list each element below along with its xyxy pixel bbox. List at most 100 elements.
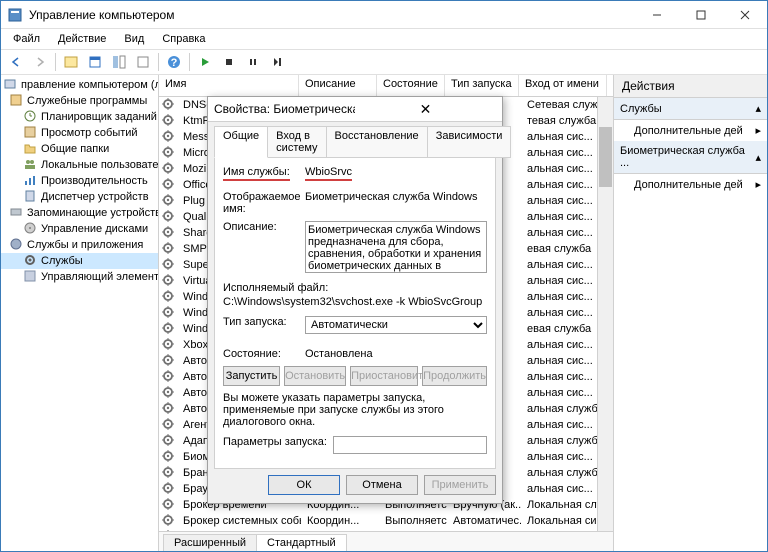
minimize-button[interactable] (635, 1, 679, 29)
gear-icon (161, 209, 177, 225)
window-title: Управление компьютером (29, 8, 635, 22)
maximize-button[interactable] (679, 1, 723, 29)
navigation-tree[interactable]: правление компьютером (локаль Служебные … (1, 75, 159, 551)
tree-item[interactable]: Просмотр событий (1, 125, 158, 141)
actions-more-2[interactable]: Дополнительные дей▸ (614, 174, 767, 195)
tb-icon-2[interactable] (84, 51, 106, 73)
service-row[interactable]: Брокер фонового обнару...Вручную (ак...Л… (159, 529, 613, 531)
service-row[interactable]: Брокер системных событийКоордин...Выполн… (159, 513, 613, 529)
tab-logon[interactable]: Вход в систему (267, 126, 326, 158)
gear-icon (161, 337, 177, 353)
menubar: Файл Действие Вид Справка (1, 29, 767, 49)
scrollbar-thumb[interactable] (599, 127, 612, 187)
actions-more-1[interactable]: Дополнительные дей▸ (614, 120, 767, 141)
svg-text:?: ? (171, 57, 178, 69)
play-icon[interactable] (194, 51, 216, 73)
actions-group-services[interactable]: Службы ▴ (614, 98, 767, 120)
actions-title: Действия (614, 75, 767, 98)
col-name[interactable]: Имя (159, 75, 299, 96)
start-type-select[interactable]: Автоматически (305, 316, 487, 334)
close-button[interactable] (723, 1, 767, 29)
stop-icon[interactable] (218, 51, 240, 73)
description-text[interactable]: Биометрическая служба Windows предназнач… (305, 221, 487, 273)
actions-group-biometric[interactable]: Биометрическая служба ... ▴ (614, 141, 767, 174)
menu-view[interactable]: Вид (116, 31, 152, 47)
value-service-name: WbioSrvc (305, 166, 352, 181)
forward-icon[interactable] (29, 51, 51, 73)
cancel-button[interactable]: Отмена (346, 475, 418, 495)
tb-icon-3[interactable] (108, 51, 130, 73)
tab-dependencies[interactable]: Зависимости (427, 126, 512, 158)
tree-item[interactable]: Управление дисками (1, 221, 158, 237)
gear-icon (161, 401, 177, 417)
menu-help[interactable]: Справка (154, 31, 213, 47)
ok-button[interactable]: ОК (268, 475, 340, 495)
tb-icon-4[interactable] (132, 51, 154, 73)
tree-item[interactable]: Планировщик заданий (1, 109, 158, 125)
tab-standard[interactable]: Стандартный (256, 534, 347, 551)
start-params-input[interactable] (333, 436, 487, 454)
gear-icon (161, 417, 177, 433)
tab-general[interactable]: Общие (214, 126, 268, 158)
gear-icon (161, 145, 177, 161)
label-service-name: Имя службы: (223, 166, 290, 181)
menu-action[interactable]: Действие (50, 31, 114, 47)
label-start-type: Тип запуска: (223, 316, 305, 328)
tree-item[interactable]: Локальные пользователи и (1, 157, 158, 173)
toolbar: ? (1, 49, 767, 75)
collapse-icon: ▴ (755, 102, 761, 115)
gear-icon (161, 529, 177, 531)
help-icon[interactable]: ? (163, 51, 185, 73)
tree-group[interactable]: Служебные программы (1, 93, 158, 109)
dialog-title: Свойства: Биометрическая служба Windows … (214, 102, 355, 116)
back-icon[interactable] (5, 51, 27, 73)
gear-icon (161, 97, 177, 113)
col-desc[interactable]: Описание (299, 75, 377, 96)
tree-root[interactable]: правление компьютером (локаль (1, 77, 158, 93)
tree-item[interactable]: Производительность (1, 173, 158, 189)
gear-icon (161, 113, 177, 129)
tree-item[interactable]: Общие папки (1, 141, 158, 157)
collapse-icon: ▴ (755, 151, 761, 164)
gear-icon (161, 257, 177, 273)
tree-item[interactable]: Управляющий элемент WM (1, 269, 158, 285)
tb-icon-1[interactable] (60, 51, 82, 73)
tree-group[interactable]: Запоминающие устройства (1, 205, 158, 221)
value-exe: C:\Windows\system32\svchost.exe -k WbioS… (223, 296, 487, 308)
gear-icon (161, 465, 177, 481)
label-exe: Исполняемый файл: (223, 282, 487, 294)
restart-icon[interactable] (266, 51, 288, 73)
actions-pane: Действия Службы ▴ Дополнительные дей▸ Би… (613, 75, 767, 551)
properties-dialog: Свойства: Биометрическая служба Windows … (207, 96, 503, 504)
col-logon[interactable]: Вход от имени (519, 75, 607, 96)
pause-icon[interactable] (242, 51, 264, 73)
dialog-tabs: Общие Вход в систему Восстановление Зави… (208, 122, 502, 158)
tree-item[interactable]: Службы (1, 253, 158, 269)
col-state[interactable]: Состояние (377, 75, 445, 96)
tab-extended[interactable]: Расширенный (163, 534, 257, 551)
gear-icon (161, 241, 177, 257)
value-state: Остановлена (305, 348, 487, 360)
tab-recovery[interactable]: Восстановление (326, 126, 428, 158)
gear-icon (161, 481, 177, 497)
view-tabs: Расширенный Стандартный (159, 531, 613, 551)
gear-icon (161, 289, 177, 305)
hint-text: Вы можете указать параметры запуска, при… (223, 392, 487, 428)
menu-file[interactable]: Файл (5, 31, 48, 47)
scrollbar-vertical[interactable] (597, 97, 613, 531)
gear-icon (161, 161, 177, 177)
gear-icon (161, 369, 177, 385)
gear-icon (161, 273, 177, 289)
gear-icon (161, 129, 177, 145)
value-display-name: Биометрическая служба Windows (305, 191, 487, 203)
tree-group[interactable]: Службы и приложения (1, 237, 158, 253)
gear-icon (161, 385, 177, 401)
col-start[interactable]: Тип запуска (445, 75, 519, 96)
start-button[interactable]: Запустить (223, 366, 280, 386)
list-header[interactable]: Имя Описание Состояние Тип запуска Вход … (159, 75, 613, 97)
resume-button: Продолжить (422, 366, 487, 386)
dialog-close-button[interactable]: ✕ (355, 101, 496, 118)
gear-icon (161, 305, 177, 321)
label-start-params: Параметры запуска: (223, 436, 333, 448)
tree-item[interactable]: Диспетчер устройств (1, 189, 158, 205)
